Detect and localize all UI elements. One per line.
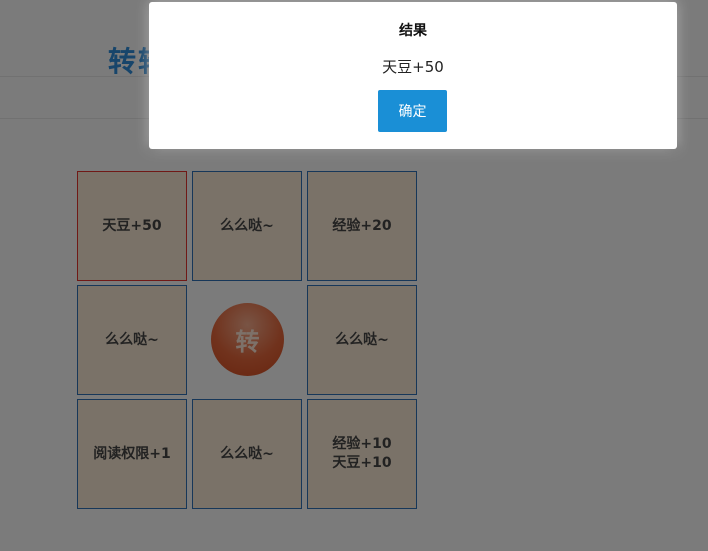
result-dialog: 结果 天豆+50 确定: [149, 2, 677, 149]
dialog-title: 结果: [399, 23, 427, 39]
confirm-button[interactable]: 确定: [378, 90, 447, 132]
dialog-message: 天豆+50: [382, 58, 444, 76]
